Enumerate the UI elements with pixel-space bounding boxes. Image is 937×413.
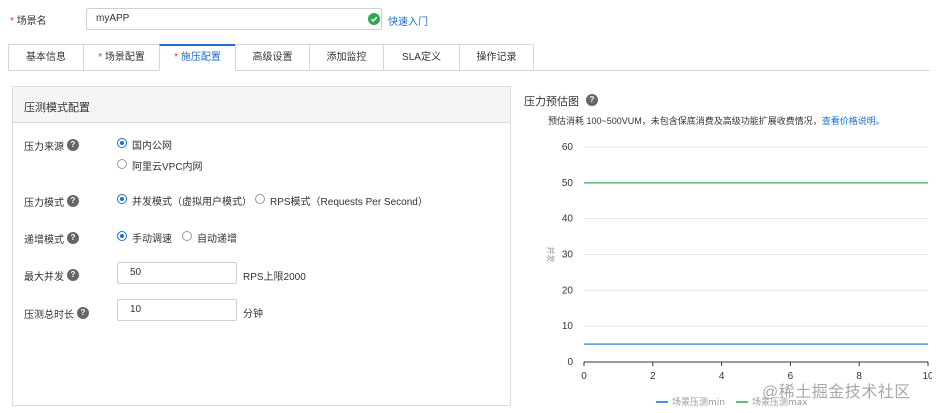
- y-tick-label: 20: [562, 285, 574, 296]
- help-icon[interactable]: ?: [67, 195, 79, 207]
- tab-operation-log[interactable]: 操作记录: [459, 44, 534, 71]
- tab-advanced-settings[interactable]: 高级设置: [235, 44, 309, 71]
- price-info-link[interactable]: 查看价格说明。: [822, 116, 885, 126]
- y-tick-label: 60: [562, 142, 574, 153]
- legend-label: 场景压测min: [672, 397, 725, 408]
- help-icon[interactable]: ?: [67, 139, 79, 151]
- pressure-estimate-chart: 01020304050600 2 4 6 8 10并发场景压测min 场景压测max: [546, 142, 932, 408]
- pressure-mode-label: 压力模式: [24, 198, 64, 209]
- option-vpc-network: 阿里云VPC内网: [132, 162, 203, 173]
- help-icon[interactable]: ?: [67, 269, 79, 281]
- radio-manual-ramp[interactable]: [117, 231, 127, 241]
- tab-pressure-config[interactable]: * 施压配置: [159, 44, 235, 71]
- panel-title: 压测模式配置: [24, 102, 90, 114]
- tab-bar: 基本信息 * 场景配置 * 施压配置 高级设置 添加监控 SLA定义 操作记录: [8, 44, 534, 71]
- radio-auto-ramp[interactable]: [182, 231, 192, 241]
- max-concurrency-input[interactable]: 50: [117, 262, 237, 284]
- option-auto-ramp: 自动递增: [197, 234, 237, 245]
- max-concurrency-label: 最大并发: [24, 272, 64, 283]
- x-tick-label: 10: [922, 371, 932, 382]
- radio-concurrency-mode[interactable]: [117, 194, 127, 204]
- watermark: @稀土掘金技术社区: [762, 384, 911, 401]
- tab-scene-config[interactable]: * 场景配置: [83, 44, 159, 71]
- quick-start-link[interactable]: 快速入门: [388, 13, 428, 28]
- option-manual-ramp: 手动调速: [132, 234, 172, 245]
- tab-basic-info[interactable]: 基本信息: [8, 44, 83, 71]
- y-tick-label: 50: [562, 178, 574, 189]
- rps-limit-hint: RPS上限2000: [243, 272, 306, 283]
- duration-unit: 分钟: [243, 309, 263, 320]
- scene-name-label: * 场景名: [10, 12, 47, 27]
- pressure-mode-panel: [12, 86, 511, 406]
- tab-sla-definition[interactable]: SLA定义: [383, 44, 459, 71]
- tab-add-monitor[interactable]: 添加监控: [309, 44, 383, 71]
- y-tick-label: 40: [562, 214, 574, 225]
- check-circle-icon: [368, 13, 380, 25]
- pressure-source-label: 压力来源: [24, 142, 64, 153]
- radio-public-network[interactable]: [117, 138, 127, 148]
- required-mark: *: [10, 16, 14, 27]
- option-public-network: 国内公网: [132, 141, 172, 152]
- option-concurrency-mode: 并发模式（虚拟用户模式）: [132, 197, 252, 208]
- estimate-title: 压力预估图: [524, 96, 579, 108]
- duration-input[interactable]: 10: [117, 299, 237, 321]
- scene-name-label-text: 场景名: [16, 16, 47, 27]
- help-icon[interactable]: ?: [67, 232, 79, 244]
- x-tick-label: 2: [650, 371, 656, 382]
- estimate-note-text: 预估消耗 100~500VUM，未包含保底消费及高级功能扩展收费情况，: [548, 116, 822, 126]
- y-axis-label: 并发: [546, 247, 556, 263]
- x-tick-label: 4: [719, 371, 725, 382]
- estimate-note: 预估消耗 100~500VUM，未包含保底消费及高级功能扩展收费情况，查看价格说…: [548, 114, 885, 127]
- y-tick-label: 30: [562, 250, 574, 261]
- x-tick-label: 0: [581, 371, 587, 382]
- radio-vpc-network[interactable]: [117, 159, 127, 169]
- help-icon[interactable]: ?: [586, 94, 598, 106]
- y-tick-label: 10: [562, 321, 574, 332]
- scene-name-input[interactable]: myAPP: [86, 8, 382, 30]
- radio-rps-mode[interactable]: [255, 194, 265, 204]
- help-icon[interactable]: ?: [77, 307, 89, 319]
- y-tick-label: 0: [567, 357, 573, 368]
- option-rps-mode: RPS模式（Requests Per Second）: [270, 197, 428, 208]
- ramp-mode-label: 递增模式: [24, 235, 64, 246]
- duration-label: 压测总时长: [24, 310, 74, 321]
